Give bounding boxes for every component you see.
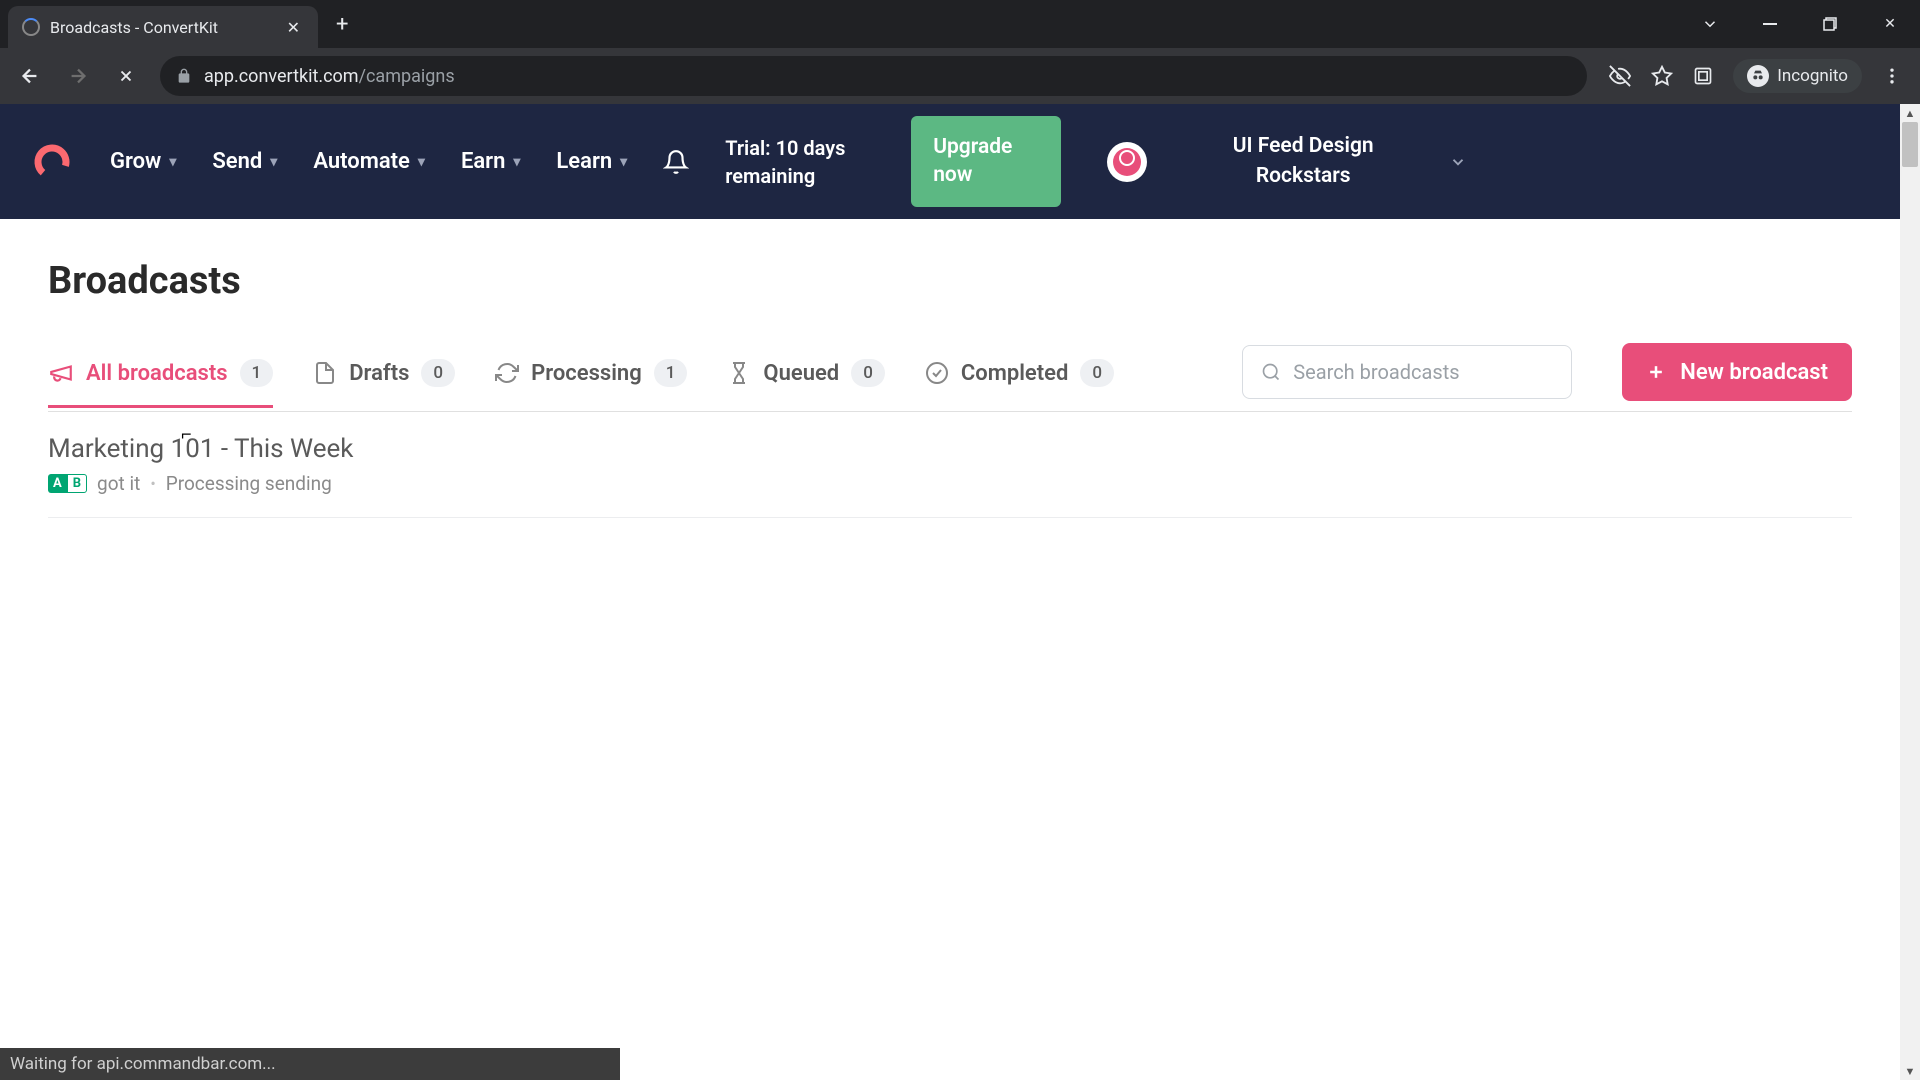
minimize-icon[interactable] bbox=[1740, 4, 1800, 44]
nav-grow[interactable]: Grow▾ bbox=[110, 149, 176, 174]
hourglass-icon bbox=[727, 361, 751, 385]
toolbar-icons: Incognito bbox=[1601, 59, 1910, 93]
new-broadcast-button[interactable]: New broadcast bbox=[1622, 343, 1852, 401]
page-title: Broadcasts bbox=[48, 259, 1852, 303]
search-box[interactable] bbox=[1242, 345, 1572, 399]
app-navbar: Grow▾ Send▾ Automate▾ Earn▾ Learn▾ Trial… bbox=[0, 104, 1900, 219]
scrollbar[interactable]: ▲ ▼ bbox=[1900, 104, 1920, 1080]
lock-icon bbox=[176, 68, 192, 84]
broadcast-status: Processing sending bbox=[166, 472, 332, 495]
chevron-down-icon: ▾ bbox=[270, 154, 277, 170]
tab-label: Queued bbox=[763, 361, 839, 386]
tab-label: Completed bbox=[961, 361, 1069, 386]
upgrade-button[interactable]: Upgrade now bbox=[911, 116, 1061, 207]
tab-label: Drafts bbox=[349, 361, 409, 386]
app-content: Grow▾ Send▾ Automate▾ Earn▾ Learn▾ Trial… bbox=[0, 104, 1900, 1080]
broadcast-title: Marketing 101 - This Week ⌐ bbox=[48, 434, 1852, 464]
filter-tabs: All broadcasts 1 Drafts 0 Processing 1 Q… bbox=[48, 343, 1852, 412]
close-tab-icon[interactable]: ✕ bbox=[283, 18, 304, 37]
account-menu-chevron[interactable] bbox=[1449, 153, 1467, 171]
file-icon bbox=[313, 361, 337, 385]
tab-processing[interactable]: Processing 1 bbox=[495, 347, 687, 407]
tab-search-icon[interactable] bbox=[1680, 4, 1740, 44]
plus-icon bbox=[1646, 362, 1666, 382]
tab-count: 0 bbox=[1080, 359, 1114, 387]
forward-button[interactable] bbox=[58, 56, 98, 96]
close-window-icon[interactable]: ✕ bbox=[1860, 4, 1920, 44]
search-input[interactable] bbox=[1293, 360, 1553, 384]
tab-count: 0 bbox=[421, 359, 455, 387]
chevron-down-icon: ▾ bbox=[418, 154, 425, 170]
tab-count: 0 bbox=[851, 359, 885, 387]
chevron-down-icon: ▾ bbox=[169, 154, 176, 170]
nav-send[interactable]: Send▾ bbox=[212, 149, 277, 174]
browser-status-bar: Waiting for api.commandbar.com... bbox=[0, 1048, 620, 1080]
browser-toolbar: app.convertkit.com/campaigns Incognito bbox=[0, 48, 1920, 104]
broadcast-subject: got it bbox=[97, 472, 140, 495]
notifications-bell-icon[interactable] bbox=[663, 149, 689, 175]
tab-all-broadcasts[interactable]: All broadcasts 1 bbox=[48, 347, 273, 407]
megaphone-icon bbox=[48, 360, 74, 386]
loading-spinner-icon bbox=[22, 18, 40, 36]
window-controls: ✕ bbox=[1680, 0, 1920, 48]
tab-drafts[interactable]: Drafts 0 bbox=[313, 347, 455, 407]
scroll-down-icon[interactable]: ▼ bbox=[1900, 1062, 1920, 1080]
avatar[interactable] bbox=[1107, 142, 1147, 182]
tab-completed[interactable]: Completed 0 bbox=[925, 347, 1114, 407]
menu-dots-icon[interactable] bbox=[1882, 66, 1902, 86]
tab-label: Processing bbox=[531, 361, 642, 386]
address-bar[interactable]: app.convertkit.com/campaigns bbox=[160, 56, 1587, 96]
chevron-down-icon: ▾ bbox=[513, 154, 520, 170]
scroll-up-icon[interactable]: ▲ bbox=[1900, 104, 1920, 122]
broadcast-row[interactable]: Marketing 101 - This Week ⌐ AB got it • … bbox=[48, 412, 1852, 518]
tab-count: 1 bbox=[654, 359, 688, 387]
stop-reload-button[interactable] bbox=[106, 56, 146, 96]
page-content: Broadcasts All broadcasts 1 Drafts 0 Pro… bbox=[0, 219, 1900, 558]
convertkit-logo[interactable] bbox=[30, 140, 74, 184]
check-circle-icon bbox=[925, 361, 949, 385]
browser-tab[interactable]: Broadcasts - ConvertKit ✕ bbox=[8, 6, 318, 48]
nav-earn[interactable]: Earn▾ bbox=[461, 149, 520, 174]
bookmark-star-icon[interactable] bbox=[1651, 65, 1673, 87]
broadcast-meta: AB got it • Processing sending bbox=[48, 472, 1852, 495]
ab-test-badge: AB bbox=[48, 474, 87, 493]
tab-count: 1 bbox=[240, 359, 274, 387]
tab-label: All broadcasts bbox=[86, 361, 228, 386]
scrollbar-thumb[interactable] bbox=[1902, 122, 1918, 167]
tab-title: Broadcasts - ConvertKit bbox=[50, 18, 273, 37]
nav-automate[interactable]: Automate▾ bbox=[313, 149, 425, 174]
back-button[interactable] bbox=[10, 56, 50, 96]
trial-status: Trial: 10 days remaining bbox=[725, 134, 875, 190]
browser-tab-strip: Broadcasts - ConvertKit ✕ + ✕ bbox=[0, 0, 1920, 48]
tab-queued[interactable]: Queued 0 bbox=[727, 347, 884, 407]
maximize-icon[interactable] bbox=[1800, 4, 1860, 44]
viewport: Grow▾ Send▾ Automate▾ Earn▾ Learn▾ Trial… bbox=[0, 104, 1920, 1080]
search-icon bbox=[1261, 362, 1281, 382]
chevron-down-icon: ▾ bbox=[620, 154, 627, 170]
new-tab-button[interactable]: + bbox=[318, 12, 366, 37]
eye-off-icon[interactable] bbox=[1609, 65, 1631, 87]
account-name: UI Feed Design Rockstars bbox=[1213, 132, 1393, 191]
nav-learn[interactable]: Learn▾ bbox=[556, 149, 627, 174]
refresh-icon bbox=[495, 361, 519, 385]
url-text: app.convertkit.com/campaigns bbox=[204, 66, 455, 87]
incognito-badge[interactable]: Incognito bbox=[1733, 59, 1862, 93]
incognito-icon bbox=[1747, 65, 1769, 87]
extensions-icon[interactable] bbox=[1693, 66, 1713, 86]
